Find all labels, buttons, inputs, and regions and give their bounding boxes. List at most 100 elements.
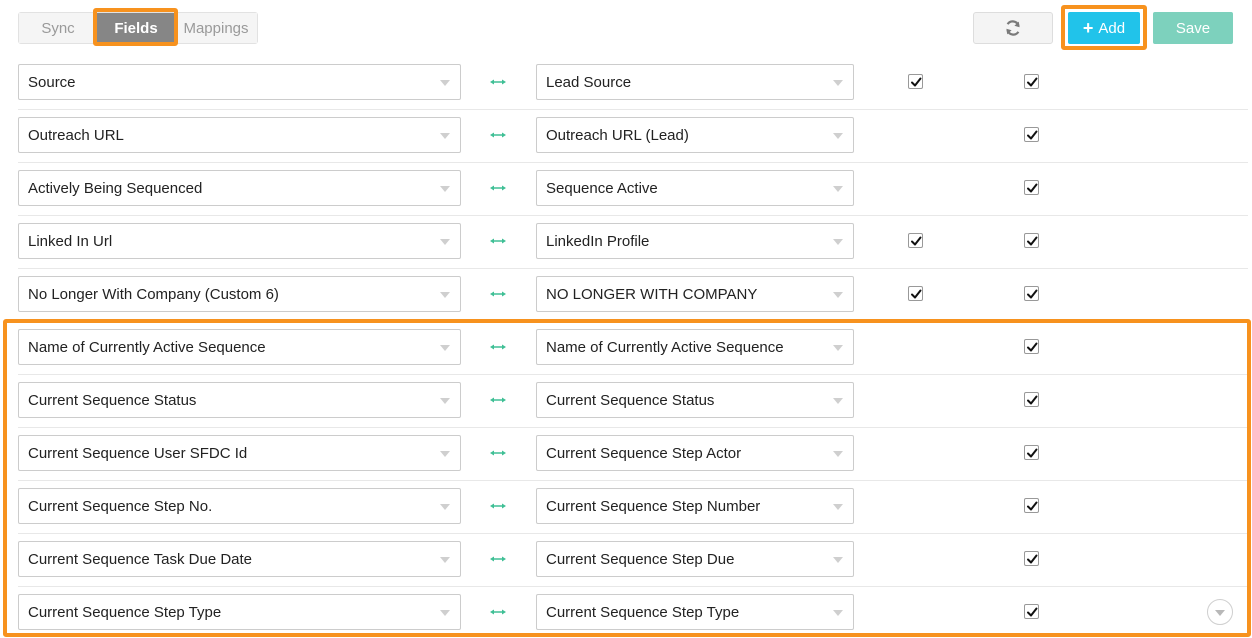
source-field-value: Current Sequence User SFDC Id [28,444,248,462]
caret-down-icon [833,133,843,139]
target-field-value: Lead Source [546,73,632,91]
plus-icon: + [1082,18,1094,38]
source-field-value: Current Sequence Task Due Date [28,550,253,568]
refresh-button[interactable] [973,12,1053,44]
target-field-select[interactable]: Outreach URL (Lead) [536,117,854,153]
caret-down-icon [833,504,843,510]
caret-down-icon [440,80,450,86]
caret-down-icon [440,345,450,351]
sync-checkbox-2[interactable] [1024,180,1039,195]
caret-down-icon [440,557,450,563]
target-field-value: Current Sequence Step Number [546,497,761,515]
caret-down-icon [833,557,843,563]
sync-checkbox-1[interactable] [908,286,923,301]
bidirectional-arrow-icon [489,285,507,303]
sync-checkbox-2[interactable] [1024,604,1039,619]
sync-checkbox-2[interactable] [1024,339,1039,354]
view-tabs: Sync Fields Mappings [18,12,258,44]
target-field-value: Name of Currently Active Sequence [546,338,784,356]
tab-fields[interactable]: Fields [97,13,175,43]
bidirectional-arrow-icon [489,73,507,91]
caret-down-icon [440,398,450,404]
target-field-value: Outreach URL (Lead) [546,126,689,144]
source-field-select[interactable]: Current Sequence User SFDC Id [18,435,461,471]
caret-down-icon [440,504,450,510]
mapping-row: Current Sequence Step No. Current Sequenc… [18,481,1248,534]
target-field-value: Sequence Active [546,179,658,197]
field-mapping-list: Source Lead Source Outreach URL Outreach UR… [0,57,1252,638]
bidirectional-arrow-icon [489,603,507,621]
sync-checkbox-2[interactable] [1024,74,1039,89]
sync-checkbox-2[interactable] [1024,233,1039,248]
mapping-row: Current Sequence Task Due Date Current Se… [18,534,1248,587]
mapping-row: Source Lead Source [18,57,1248,110]
target-field-select[interactable]: Current Sequence Status [536,382,854,418]
bidirectional-arrow-icon [489,391,507,409]
mapping-row: Current Sequence Step Type Current Sequen… [18,587,1248,638]
source-field-select[interactable]: No Longer With Company (Custom 6) [18,276,461,312]
sync-checkbox-2[interactable] [1024,127,1039,142]
mapping-row: Actively Being Sequenced Sequence Active [18,163,1248,216]
caret-down-icon [833,239,843,245]
target-field-value: Current Sequence Step Type [546,603,740,621]
tab-mappings[interactable]: Mappings [175,13,257,43]
caret-down-icon [833,345,843,351]
sync-checkbox-1[interactable] [908,233,923,248]
mapping-row: Current Sequence User SFDC Id Current Seq… [18,428,1248,481]
source-field-select[interactable]: Linked In Url [18,223,461,259]
target-field-select[interactable]: Lead Source [536,64,854,100]
source-field-value: Outreach URL [28,126,124,144]
mapping-row: Linked In Url LinkedIn Profile [18,216,1248,269]
target-field-select[interactable]: Current Sequence Step Actor [536,435,854,471]
source-field-select[interactable]: Current Sequence Step Type [18,594,461,630]
tab-sync[interactable]: Sync [19,13,97,43]
caret-down-icon [833,610,843,616]
sync-checkbox-2[interactable] [1024,286,1039,301]
scroll-down-button[interactable] [1207,599,1233,625]
target-field-value: LinkedIn Profile [546,232,650,250]
sync-checkbox-2[interactable] [1024,445,1039,460]
mapping-row: Current Sequence Status Current Sequence … [18,375,1248,428]
sync-checkbox-2[interactable] [1024,392,1039,407]
target-field-value: Current Sequence Step Actor [546,444,742,462]
target-field-select[interactable]: Current Sequence Step Due [536,541,854,577]
bidirectional-arrow-icon [489,232,507,250]
target-field-select[interactable]: LinkedIn Profile [536,223,854,259]
caret-down-icon [833,186,843,192]
toolbar: Sync Fields Mappings + Add Save [0,0,1252,57]
source-field-select[interactable]: Name of Currently Active Sequence [18,329,461,365]
add-button-label: Add [1098,19,1126,37]
source-field-select[interactable]: Outreach URL [18,117,461,153]
source-field-select[interactable]: Source [18,64,461,100]
bidirectional-arrow-icon [489,497,507,515]
bidirectional-arrow-icon [489,126,507,144]
target-field-value: NO LONGER WITH COMPANY [546,285,758,303]
caret-down-icon [833,451,843,457]
target-field-value: Current Sequence Status [546,391,715,409]
mapping-row: Outreach URL Outreach URL (Lead) [18,110,1248,163]
source-field-select[interactable]: Actively Being Sequenced [18,170,461,206]
caret-down-icon [440,186,450,192]
sync-checkbox-2[interactable] [1024,498,1039,513]
bidirectional-arrow-icon [489,179,507,197]
source-field-select[interactable]: Current Sequence Status [18,382,461,418]
caret-down-icon [440,133,450,139]
bidirectional-arrow-icon [489,550,507,568]
caret-down-icon [440,610,450,616]
target-field-select[interactable]: Current Sequence Step Type [536,594,854,630]
target-field-select[interactable]: Current Sequence Step Number [536,488,854,524]
caret-down-icon [833,292,843,298]
sync-checkbox-2[interactable] [1024,551,1039,566]
target-field-select[interactable]: Name of Currently Active Sequence [536,329,854,365]
caret-down-icon [440,451,450,457]
target-field-select[interactable]: NO LONGER WITH COMPANY [536,276,854,312]
source-field-select[interactable]: Current Sequence Task Due Date [18,541,461,577]
refresh-icon [1006,20,1020,36]
save-button[interactable]: Save [1153,12,1233,44]
source-field-select[interactable]: Current Sequence Step No. [18,488,461,524]
target-field-select[interactable]: Sequence Active [536,170,854,206]
sync-checkbox-1[interactable] [908,74,923,89]
source-field-value: Actively Being Sequenced [28,179,203,197]
add-button[interactable]: + Add [1068,12,1140,44]
caret-down-icon [440,239,450,245]
